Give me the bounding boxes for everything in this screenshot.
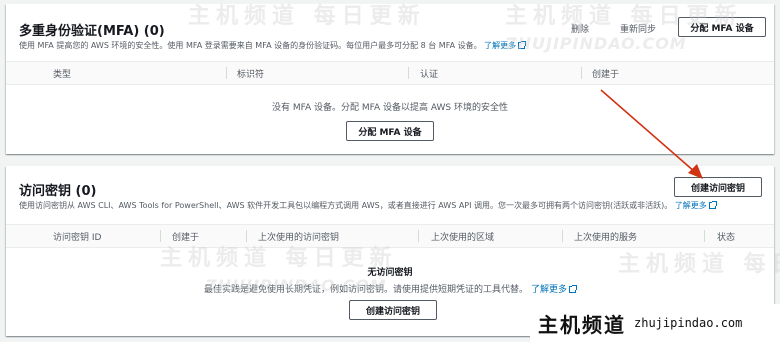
column-header-created[interactable]: 创建于 (172, 230, 199, 243)
assign-mfa-device-button[interactable]: 分配 MFA 设备 (678, 17, 766, 37)
column-separator (704, 230, 705, 242)
delete-button[interactable]: 删除 (571, 22, 589, 35)
column-separator (581, 67, 582, 79)
mfa-panel: 多重身份验证(MFA) (0) 使用 MFA 提高您的 AWS 环境的安全性。使… (6, 4, 774, 154)
column-separator (562, 230, 563, 242)
column-header-access-key-id[interactable]: 访问密钥 ID (53, 230, 101, 243)
access-keys-empty-title: 无访问密钥 (367, 268, 413, 278)
column-header-type[interactable]: 类型 (53, 67, 71, 80)
column-header-last-used-key[interactable]: 上次使用的访问密钥 (258, 230, 339, 243)
brand-banner: 主机频道 zhujipindao.com (530, 304, 780, 342)
access-keys-learn-more-label: 了解更多 (674, 201, 707, 210)
access-keys-empty-text-body: 最佳实践是避免使用长期凭证，例如访问密钥。请使用提供短期凭证的工具代替。 (204, 285, 529, 295)
access-keys-description: 使用访问密钥从 AWS CLI、AWS Tools for PowerShell… (19, 200, 717, 211)
mfa-learn-more-label: 了解更多 (484, 41, 517, 50)
column-header-status[interactable]: 状态 (717, 230, 735, 243)
mfa-description-text: 使用 MFA 提高您的 AWS 环境的安全性。使用 MFA 登录需要来自 MFA… (19, 41, 482, 50)
column-header-last-used-service[interactable]: 上次使用的服务 (574, 230, 637, 243)
mfa-title: 多重身份验证(MFA) (0) (19, 24, 165, 39)
access-keys-empty-learn-more-label: 了解更多 (530, 285, 567, 295)
external-link-icon (568, 285, 577, 293)
mfa-description: 使用 MFA 提高您的 AWS 环境的安全性。使用 MFA 登录需要来自 MFA… (19, 40, 527, 51)
mfa-learn-more-link[interactable]: 了解更多 (484, 41, 527, 50)
mfa-empty-text: 没有 MFA 设备。分配 MFA 设备以提高 AWS 环境的安全性 (272, 103, 508, 113)
access-keys-table-header: 访问密钥 ID 创建于 上次使用的访问密钥 上次使用的区域 上次使用的服务 状态 (6, 224, 774, 248)
assign-mfa-device-empty-button[interactable]: 分配 MFA 设备 (346, 121, 434, 141)
column-header-identifier[interactable]: 标识符 (237, 67, 264, 80)
column-header-created[interactable]: 创建于 (592, 67, 619, 80)
access-keys-description-text: 使用访问密钥从 AWS CLI、AWS Tools for PowerShell… (19, 201, 673, 210)
access-keys-title: 访问密钥 (0) (19, 184, 97, 199)
mfa-table-header: 类型 标识符 认证 创建于 (6, 61, 774, 85)
column-separator (418, 230, 419, 242)
resync-button[interactable]: 重新同步 (620, 22, 656, 35)
access-keys-learn-more-link[interactable]: 了解更多 (674, 201, 717, 210)
column-separator (160, 230, 161, 242)
column-header-last-used-region[interactable]: 上次使用的区域 (431, 230, 494, 243)
column-separator (226, 67, 227, 79)
column-separator (408, 67, 409, 79)
external-link-icon (708, 201, 717, 209)
brand-url: zhujipindao.com (634, 316, 743, 330)
access-keys-empty-learn-more-link[interactable]: 了解更多 (530, 285, 577, 295)
create-access-key-empty-button[interactable]: 创建访问密钥 (349, 300, 437, 320)
column-separator (246, 230, 247, 242)
brand-name: 主机频道 (538, 312, 626, 337)
access-keys-empty-text: 最佳实践是避免使用长期凭证，例如访问密钥。请使用提供短期凭证的工具代替。 了解更… (6, 282, 774, 295)
column-header-certification[interactable]: 认证 (420, 67, 438, 80)
external-link-icon (518, 41, 527, 49)
create-access-key-button[interactable]: 创建访问密钥 (674, 177, 762, 197)
